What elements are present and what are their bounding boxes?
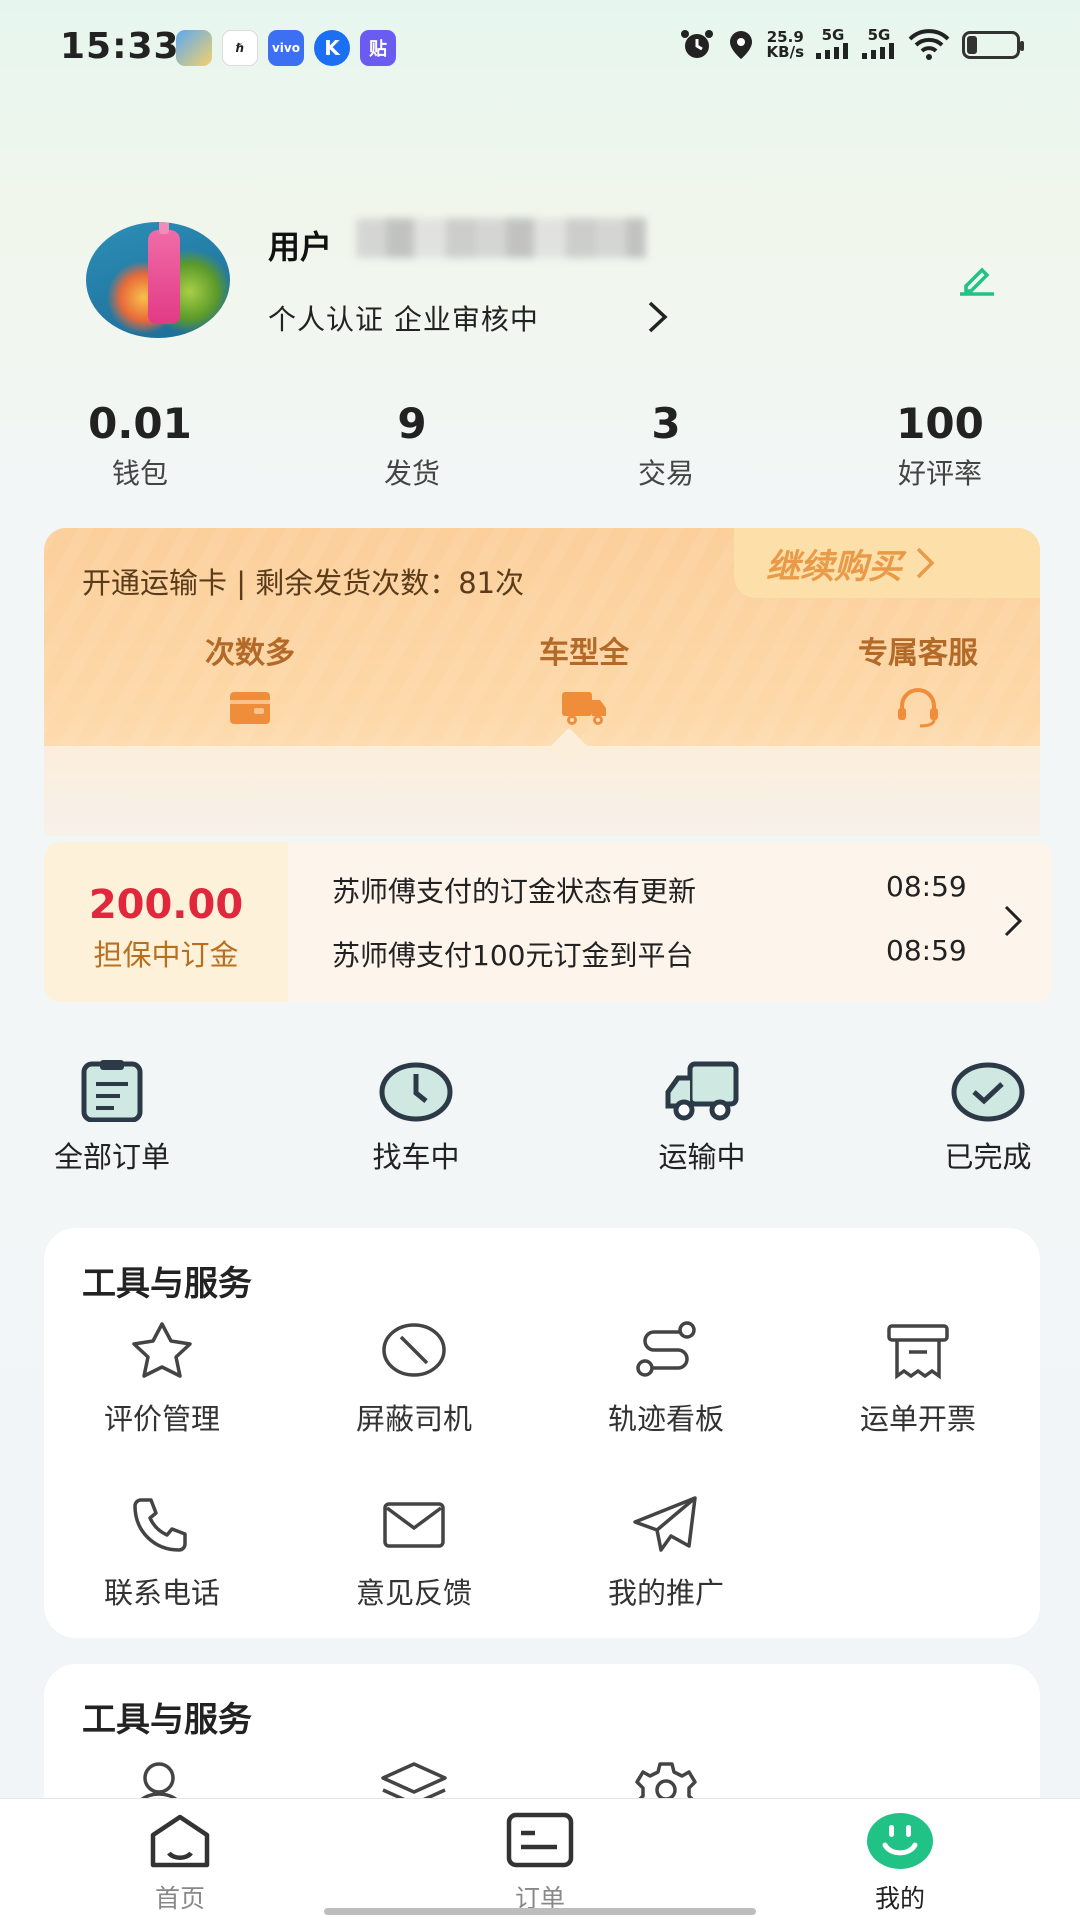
tools-title: 工具与服务 [82,1700,252,1740]
home-indicator[interactable] [324,1908,756,1915]
deposit-panel[interactable]: 200.00 担保中订金 苏师傅支付的订金状态有更新 08:59 苏师傅支付10… [44,842,1052,1002]
continue-buy-button[interactable]: 继续购买 [734,528,1040,598]
invoice-icon [887,1324,949,1380]
tool-block-driver[interactable]: 屏蔽司机 [314,1320,514,1438]
tool-review-management[interactable]: 评价管理 [62,1320,262,1438]
tool-waybill-invoice[interactable]: 运单开票 [818,1320,1018,1438]
k-icon: K [314,30,350,66]
truck-icon [665,1061,739,1121]
feature-all-models: 车型全 [474,628,694,732]
location-icon [729,31,752,59]
tools-panel: 工具与服务 评价管理 屏蔽司机 轨迹看板 运单开票 联系电话 意见反馈 我的推广 [44,1228,1040,1638]
signal-5g-2: 5G [862,28,896,62]
deposit-amount: 200.00 [88,882,244,928]
wifi-icon [908,29,950,60]
clock-icon [379,1062,453,1122]
tab-orders[interactable]: 订单 [470,1811,610,1915]
network-speed: 25.9 KB/s [766,28,804,61]
status-time: 15:33 [60,26,180,67]
tool-feedback[interactable]: 意见反馈 [314,1494,514,1612]
chevron-right-icon[interactable] [646,300,670,334]
feature-exclusive-service: 专属客服 [808,628,1028,732]
smile-icon [867,1813,933,1869]
deposit-message: 苏师傅支付100元订金到平台 [332,939,694,972]
stats-row: 0.01 钱包 9 发货 3 交易 100 好评率 [0,398,1080,498]
bottom-tab-bar: 首页 订单 我的 [0,1798,1080,1920]
deposit-message: 苏师傅支付的订金状态有更新 [332,875,697,908]
headset-icon [898,688,938,728]
edit-icon[interactable] [958,262,996,296]
transport-card[interactable]: 开通运输卡 | 剩余发货次数：81次 继续购买 次数多 车型全 专属客服 [44,528,1040,836]
battery-icon [962,31,1024,59]
order-shortcuts: 全部订单 找车中 运输中 已完成 [0,1060,1080,1180]
send-icon [633,1496,697,1552]
notification-icons: ℏ vivo K 贴 [176,30,396,66]
tab-home[interactable]: 首页 [110,1811,250,1915]
deposit-message-time: 08:59 [886,934,967,967]
home-icon [150,1814,210,1868]
deposit-label: 担保中订金 [93,938,239,972]
card-title: 开通运输卡 | 剩余发货次数：81次 [82,566,525,600]
alarm-icon [680,30,713,58]
baidu-icon [176,30,212,66]
order-in-transit[interactable]: 运输中 [622,1060,782,1176]
order-icon [506,1812,574,1868]
mail-icon [383,1502,445,1548]
chevron-right-icon[interactable] [1002,904,1024,938]
tab-mine[interactable]: 我的 [830,1811,970,1915]
verification-status[interactable]: 个人认证 企业审核中 [268,298,539,338]
route-icon [636,1321,696,1377]
user-name-mask [356,218,646,258]
clipboard-icon [81,1060,143,1123]
tools-title: 工具与服务 [82,1264,252,1304]
stat-rating[interactable]: 100 好评率 [830,398,1050,492]
avatar[interactable] [86,222,230,338]
vivo-icon: vivo [268,30,304,66]
feature-many-times: 次数多 [140,628,360,732]
order-all[interactable]: 全部订单 [32,1060,192,1176]
tool-my-promotion[interactable]: 我的推广 [566,1494,766,1612]
order-completed[interactable]: 已完成 [908,1060,1068,1176]
status-right: 25.9 KB/s 5G 5G [679,28,1024,62]
check-circle-icon [951,1062,1025,1122]
star-icon [132,1322,192,1378]
deposit-message-time: 08:59 [886,870,967,903]
status-bar: 15:33 ℏ vivo K 贴 25.9 KB/s 5G 5G [0,0,1080,96]
wallet-icon [230,692,270,724]
stat-trades[interactable]: 3 交易 [556,398,776,492]
stat-shipped[interactable]: 9 发货 [302,398,522,492]
phone-icon [133,1498,187,1552]
signal-5g-1: 5G [816,28,850,62]
stat-wallet[interactable]: 0.01 钱包 [30,398,250,492]
truck-icon [562,692,606,725]
deposit-summary: 200.00 担保中订金 [44,842,288,1002]
tie-icon: 贴 [360,30,396,66]
order-finding-vehicle[interactable]: 找车中 [336,1060,496,1176]
tool-contact-phone[interactable]: 联系电话 [62,1494,262,1612]
user-name: 用户 [268,228,333,266]
lanhu-icon: ℏ [222,30,258,66]
block-icon [382,1323,446,1377]
tool-track-board[interactable]: 轨迹看板 [566,1320,766,1438]
chevron-right-icon [916,547,935,579]
